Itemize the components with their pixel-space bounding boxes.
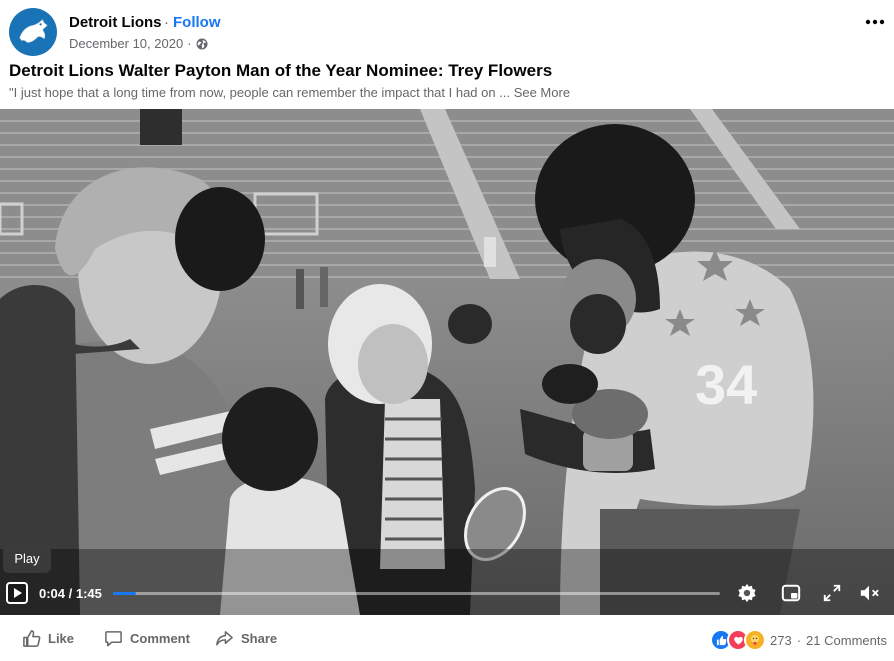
jersey-number: 34 — [695, 353, 757, 416]
comment-icon — [105, 631, 122, 647]
lion-logo-icon — [19, 19, 48, 43]
avatar[interactable] — [9, 8, 57, 56]
video-time: 0:04 / 1:45 — [39, 586, 102, 601]
like-button[interactable]: Like — [22, 629, 74, 648]
post-meta: December 10, 2020 · — [69, 36, 208, 51]
video-controls: 0:04 / 1:45 — [0, 575, 894, 611]
play-icon — [14, 588, 22, 598]
post-text-body: "I just hope that a long time from now, … — [9, 85, 511, 100]
page-name[interactable]: Detroit Lions — [69, 14, 162, 31]
progress-fill — [113, 592, 137, 595]
count-separator: · — [796, 632, 802, 648]
play-tooltip: Play — [3, 543, 51, 573]
reaction-summary[interactable]: 273 · 21 Comments — [710, 629, 887, 651]
post-header: Detroit Lions · Follow December 10, 2020… — [0, 0, 894, 60]
reaction-count: 273 — [770, 632, 792, 648]
follow-button[interactable]: Follow — [173, 14, 221, 31]
like-label: Like — [48, 631, 75, 646]
care-reaction-icon — [744, 629, 766, 651]
see-more-link[interactable]: See More — [514, 85, 570, 100]
post-date[interactable]: December 10, 2020 — [69, 36, 183, 51]
play-button[interactable] — [6, 582, 28, 604]
share-icon — [216, 631, 233, 646]
post-text: "I just hope that a long time from now, … — [9, 85, 570, 100]
fullscreen-icon[interactable] — [821, 583, 843, 603]
mute-icon[interactable] — [858, 583, 880, 603]
name-separator: · — [164, 14, 169, 31]
comment-label: Comment — [130, 631, 190, 646]
settings-icon[interactable] — [736, 583, 758, 603]
globe-icon[interactable] — [196, 38, 208, 50]
picture-in-picture-icon[interactable] — [780, 583, 802, 603]
post-title: Detroit Lions Walter Payton Man of the Y… — [9, 61, 553, 80]
progress-bar[interactable] — [113, 592, 720, 595]
thumbs-up-icon — [23, 630, 41, 647]
comments-count-link[interactable]: 21 Comments — [806, 633, 887, 648]
share-button[interactable]: Share — [215, 629, 277, 648]
video-player[interactable]: 34 Play 0:04 / 1:45 — [0, 109, 894, 615]
post-actions: Like Comment Share 273 · 21 Comments — [0, 618, 894, 661]
share-label: Share — [241, 631, 278, 646]
comment-button[interactable]: Comment — [104, 629, 190, 648]
video-frame: 34 — [0, 109, 894, 615]
more-horizontal-icon[interactable] — [864, 12, 886, 32]
date-separator: · — [187, 36, 192, 51]
